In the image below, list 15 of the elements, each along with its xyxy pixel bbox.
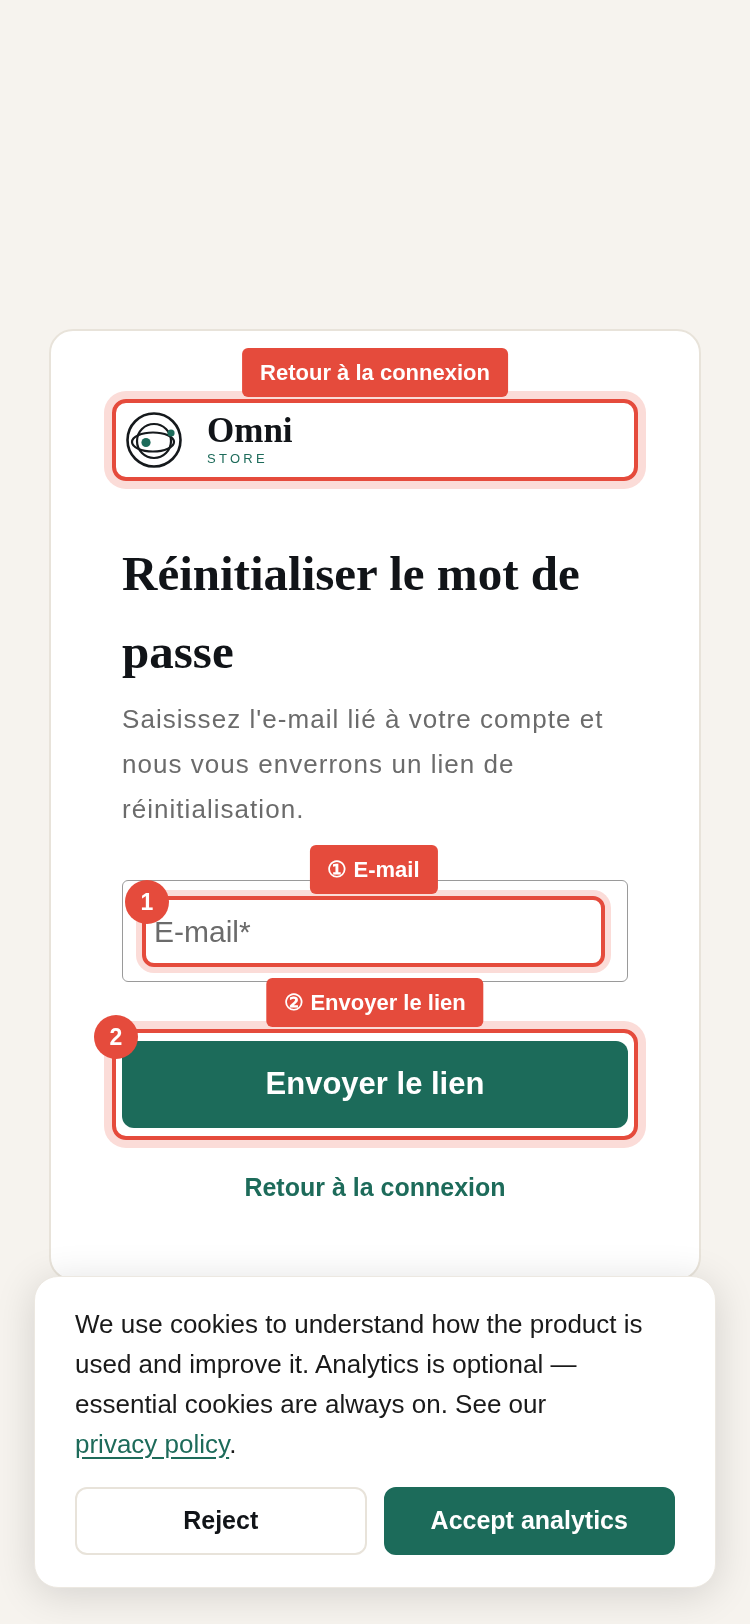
annotation-label: ② Envoyer le lien [266,978,484,1027]
send-link-button[interactable]: Envoyer le lien [122,1041,628,1128]
reject-button[interactable]: Reject [75,1487,367,1555]
privacy-policy-link[interactable]: privacy policy [75,1429,230,1459]
cookie-notice: We use cookies to understand how the product is used and improve it. Analytics is optional — essential cookies are always on. See our privacy policy. [75,1308,644,1461]
page-description: Saisissez l'e-mail lié à votre compte et nous vous enverrons un lien de réinitialisation. [122,703,605,826]
accept-button[interactable]: Accept analytics [383,1487,675,1555]
back-to-login-link[interactable]: Retour à la connexion [244,1171,506,1203]
logo-icon [126,412,182,468]
annotation-label: ① E-mail [309,845,438,894]
brand-name: Omni [207,413,293,449]
brand-tagline: STORE [207,451,269,467]
annotation-label: Retour à la connexion [242,348,508,397]
page-title: Réinitialiser le mot de passe [122,545,581,681]
step-badge: 2 [94,1015,138,1059]
